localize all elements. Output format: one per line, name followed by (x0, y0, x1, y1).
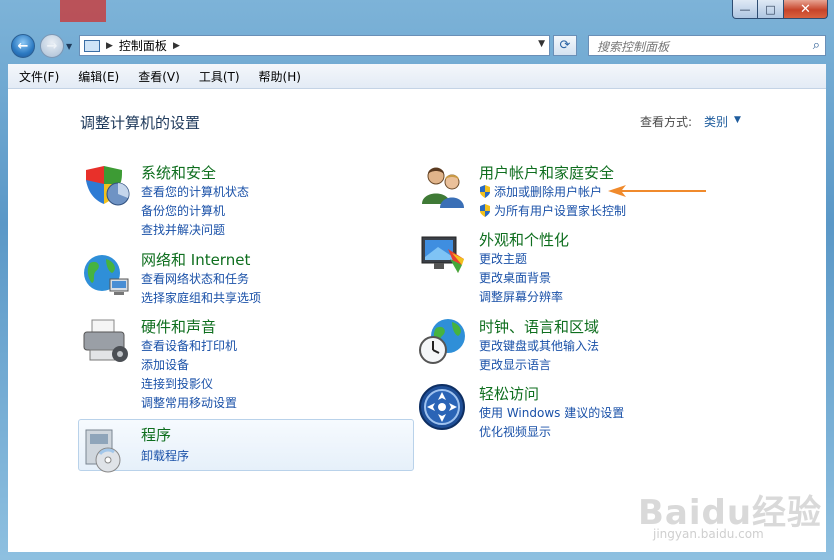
printer-icon[interactable] (80, 316, 130, 366)
search-icon[interactable]: ⌕ (813, 38, 820, 53)
link-add-remove-accounts[interactable]: 添加或删除用户帐户 (479, 183, 602, 200)
link-screen-resolution[interactable]: 调整屏幕分辨率 (479, 288, 563, 305)
page-title: 调整计算机的设置 (80, 114, 201, 132)
link-connect-projector[interactable]: 连接到投影仪 (141, 375, 213, 392)
link-backup-computer[interactable]: 备份您的计算机 (141, 202, 225, 219)
link-uninstall-program[interactable]: 卸载程序 (141, 447, 189, 464)
link-network-status[interactable]: 查看网络状态和任务 (141, 270, 249, 287)
close-button[interactable]: ✕ (784, 0, 828, 19)
content-pane: 调整计算机的设置 查看方式: 类别 ▼ 系统和安全 查看您的计算机状态 备份您的… (8, 89, 826, 552)
category-network-internet: 网络和 Internet 查看网络状态和任务 选择家庭组和共享选项 (80, 249, 380, 309)
link-homegroup-sharing[interactable]: 选择家庭组和共享选项 (141, 289, 261, 306)
forward-button[interactable]: → (40, 34, 64, 58)
category-clock-language: 时钟、语言和区域 更改键盘或其他输入法 更改显示语言 (418, 316, 718, 376)
menu-tools[interactable]: 工具(T) (191, 68, 248, 85)
breadcrumb-separator-icon[interactable]: ▶ (106, 41, 113, 51)
ease-of-access-icon[interactable] (418, 383, 468, 433)
annotation-arrow-icon (608, 185, 706, 197)
uac-shield-icon (480, 204, 490, 217)
link-devices-printers[interactable]: 查看设备和打印机 (141, 337, 237, 354)
search-box[interactable]: ⌕ (588, 35, 826, 56)
category-title[interactable]: 程序 (141, 424, 171, 445)
menu-view[interactable]: 查看(V) (130, 68, 188, 85)
address-dropdown-icon[interactable]: ▼ (538, 39, 545, 49)
link-change-input-method[interactable]: 更改键盘或其他输入法 (479, 337, 599, 354)
programs-icon[interactable] (80, 424, 130, 474)
clock-globe-icon[interactable] (418, 316, 468, 366)
category-title[interactable]: 网络和 Internet (141, 249, 250, 270)
link-change-theme[interactable]: 更改主题 (479, 250, 527, 267)
category-title[interactable]: 用户帐户和家庭安全 (479, 162, 614, 183)
link-desktop-background[interactable]: 更改桌面背景 (479, 269, 551, 286)
category-title[interactable]: 轻松访问 (479, 383, 539, 404)
link-view-computer-status[interactable]: 查看您的计算机状态 (141, 183, 249, 200)
link-parental-controls[interactable]: 为所有用户设置家长控制 (479, 202, 626, 219)
link-windows-recommended-settings[interactable]: 使用 Windows 建议的设置 (479, 404, 624, 421)
category-system-security: 系统和安全 查看您的计算机状态 备份您的计算机 查找并解决问题 (80, 162, 380, 242)
appearance-monitor-icon[interactable] (418, 229, 468, 279)
network-globe-icon[interactable] (80, 249, 130, 299)
category-programs: 程序 卸载程序 (80, 424, 380, 473)
baidu-watermark-url: jingyan.baidu.com (653, 527, 764, 541)
category-hardware-sound: 硬件和声音 查看设备和打印机 添加设备 连接到投影仪 调整常用移动设置 (80, 316, 380, 416)
minimize-button[interactable]: — (732, 0, 758, 19)
search-input[interactable] (595, 37, 799, 56)
link-label[interactable]: 添加或删除用户帐户 (494, 185, 602, 199)
link-add-device[interactable]: 添加设备 (141, 356, 189, 373)
uac-shield-icon (480, 185, 490, 198)
refresh-button[interactable]: ⟳ (553, 35, 577, 56)
link-label[interactable]: 为所有用户设置家长控制 (494, 204, 626, 218)
category-ease-of-access: 轻松访问 使用 Windows 建议的设置 优化视频显示 (418, 383, 718, 443)
caption-buttons: — □ ✕ (732, 0, 828, 20)
category-title[interactable]: 系统和安全 (141, 162, 216, 183)
breadcrumb-control-panel[interactable]: 控制面板 (119, 37, 167, 54)
background-app-icon (60, 0, 106, 22)
recent-pages-dropdown-icon[interactable]: ▼ (66, 42, 72, 51)
category-appearance: 外观和个性化 更改主题 更改桌面背景 调整屏幕分辨率 (418, 229, 718, 309)
control-panel-icon (84, 39, 100, 52)
link-troubleshoot[interactable]: 查找并解决问题 (141, 221, 225, 238)
category-title[interactable]: 硬件和声音 (141, 316, 216, 337)
link-optimize-display[interactable]: 优化视频显示 (479, 423, 551, 440)
category-title[interactable]: 外观和个性化 (479, 229, 569, 250)
menu-bar: 文件(F) 编辑(E) 查看(V) 工具(T) 帮助(H) (8, 64, 826, 89)
back-button[interactable]: ← (11, 34, 35, 58)
address-bar[interactable]: ▶ 控制面板 ▶ ▼ (79, 35, 550, 56)
users-icon[interactable] (418, 162, 468, 212)
control-panel-window: — □ ✕ ← → ▼ ▶ 控制面板 ▶ ▼ ⟳ ⌕ 文件(F) 编辑(E) 查… (0, 0, 834, 560)
title-bar[interactable]: — □ ✕ (0, 0, 834, 28)
link-mobility-settings[interactable]: 调整常用移动设置 (141, 394, 237, 411)
view-by-dropdown[interactable]: 类别 (704, 113, 728, 130)
view-by-chevron-down-icon[interactable]: ▼ (734, 115, 741, 125)
menu-file[interactable]: 文件(F) (11, 68, 67, 85)
menu-help[interactable]: 帮助(H) (251, 68, 309, 85)
breadcrumb-separator-icon[interactable]: ▶ (173, 41, 180, 51)
view-by-label: 查看方式: (640, 115, 693, 129)
menu-edit[interactable]: 编辑(E) (70, 68, 127, 85)
maximize-button[interactable]: □ (758, 0, 784, 19)
system-security-shield-icon[interactable] (80, 162, 130, 212)
category-title[interactable]: 时钟、语言和区域 (479, 316, 599, 337)
link-change-display-language[interactable]: 更改显示语言 (479, 356, 551, 373)
